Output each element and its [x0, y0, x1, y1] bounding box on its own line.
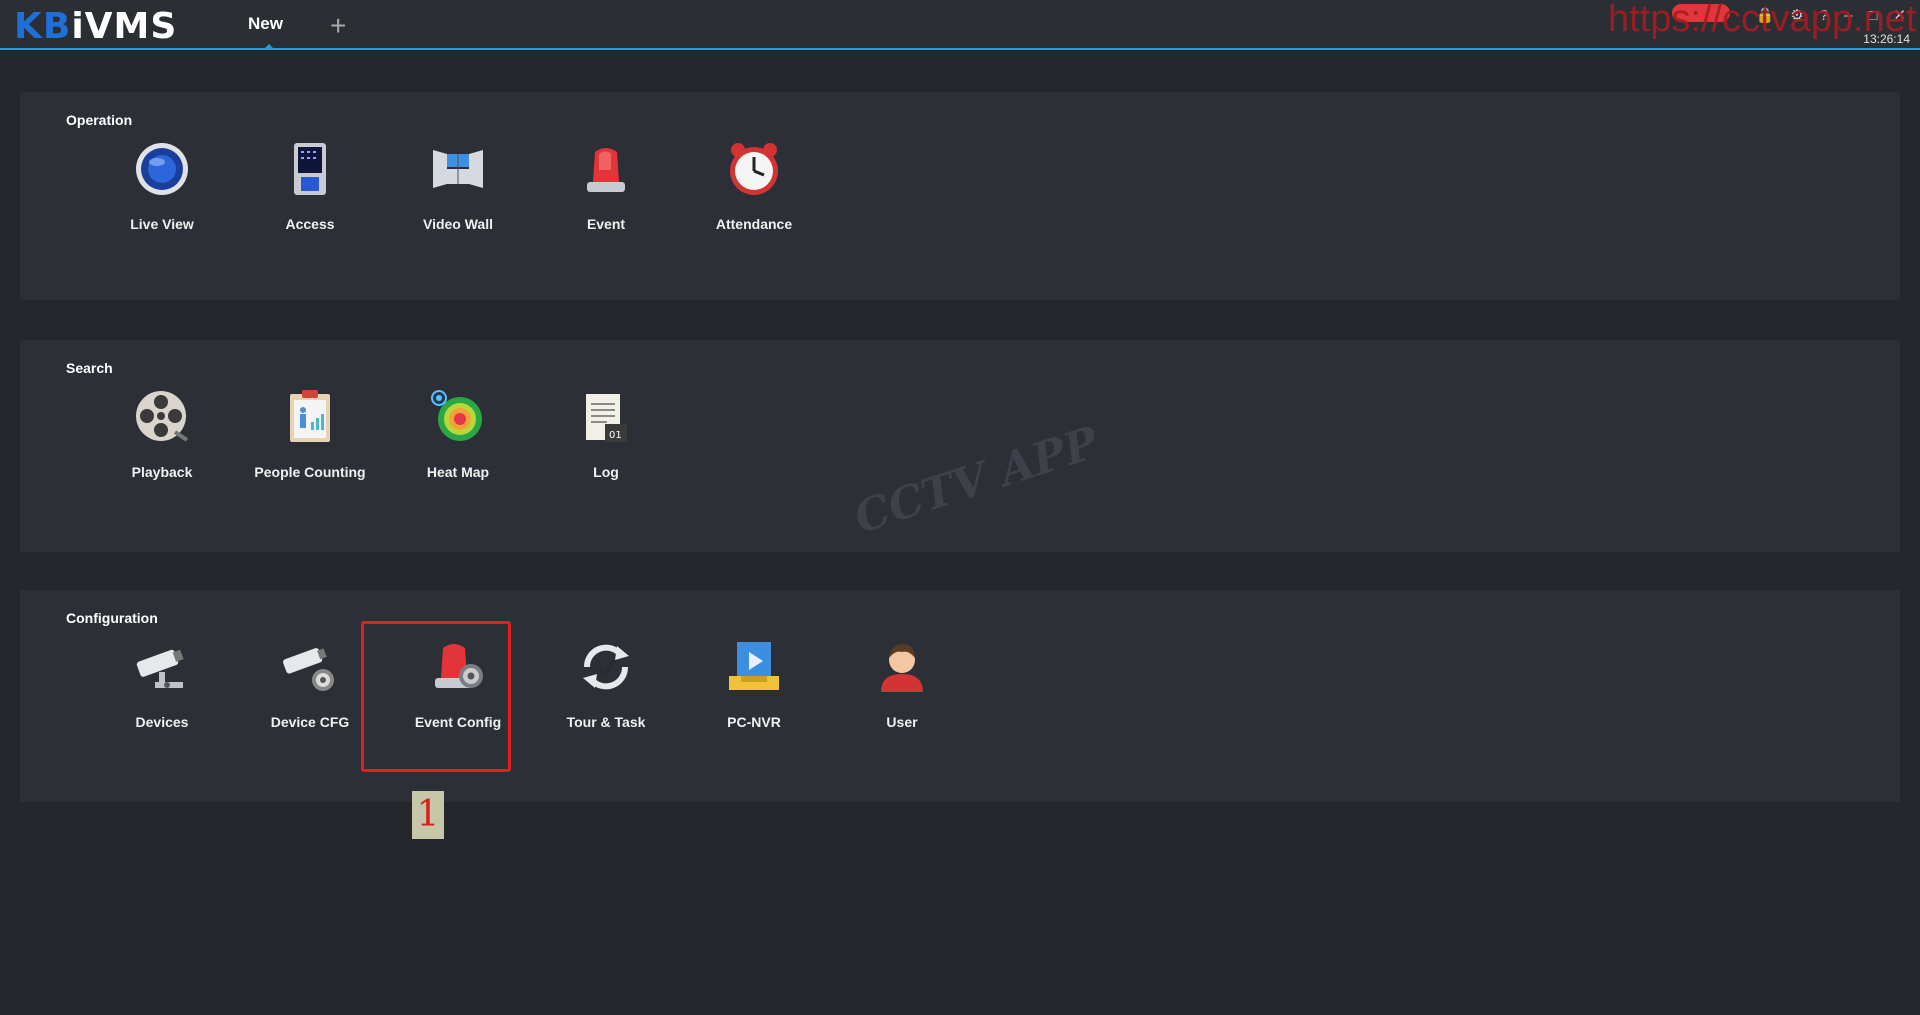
tile-label: Devices [135, 714, 189, 730]
tile-label: Event [586, 216, 626, 232]
tab-new[interactable]: New [248, 14, 283, 34]
tile-devices[interactable]: Devices [102, 638, 222, 758]
step-badge: 1 [412, 791, 444, 839]
tile-playback[interactable]: Playback [102, 388, 222, 508]
tile-live-view[interactable]: Live View [102, 140, 222, 260]
tile-event[interactable]: Event [546, 140, 666, 260]
tile-label: People Counting [254, 464, 366, 480]
tile-user[interactable]: User [842, 638, 962, 758]
active-tab-indicator [264, 44, 274, 49]
tile-pc-nvr[interactable]: PC-NVR [694, 638, 814, 758]
tile-label: Heat Map [426, 464, 490, 480]
watermark-url: https://cctvapp.net [1608, 0, 1917, 40]
camera-gear-icon [281, 638, 339, 696]
alarm-clock-icon [725, 140, 783, 198]
section-title-configuration: Configuration [66, 610, 158, 626]
app-logo: KBiVMS [14, 6, 177, 47]
section-title-search: Search [66, 360, 113, 376]
access-icon [281, 140, 339, 198]
tile-label: PC-NVR [727, 714, 781, 730]
tile-device-cfg[interactable]: Device CFG [250, 638, 370, 758]
video-tray-icon [725, 638, 783, 696]
tile-video-wall[interactable]: Video Wall [398, 140, 518, 260]
tile-label: Device CFG [270, 714, 350, 730]
clipboard-chart-icon [281, 388, 339, 446]
tile-people-counting[interactable]: People Counting [250, 388, 370, 508]
alarm-light-icon [577, 140, 635, 198]
section-search: Search Playback People Counting Heat Map… [20, 340, 1900, 552]
svg-text:01: 01 [609, 430, 622, 441]
heat-map-icon [429, 388, 487, 446]
refresh-check-icon [577, 638, 635, 696]
tile-label: Tour & Task [566, 714, 646, 730]
tile-label: Attendance [715, 216, 793, 232]
tile-label: Video Wall [422, 216, 493, 232]
tile-heat-map[interactable]: Heat Map [398, 388, 518, 508]
video-wall-icon [429, 140, 487, 198]
highlight-box [361, 621, 511, 772]
tile-log[interactable]: 01 Log [546, 388, 666, 508]
add-tab-button[interactable]: + [330, 10, 346, 42]
log-calendar-icon: 01 [577, 388, 635, 446]
tile-tour-task[interactable]: Tour & Task [546, 638, 666, 758]
section-title-operation: Operation [66, 112, 133, 128]
camera-icon [133, 638, 191, 696]
tile-label: User [886, 714, 918, 730]
tile-label: Access [285, 216, 335, 232]
live-view-icon [133, 140, 191, 198]
tile-label: Playback [131, 464, 193, 480]
user-avatar-icon [873, 638, 931, 696]
tile-attendance[interactable]: Attendance [694, 140, 814, 260]
tile-access[interactable]: Access [250, 140, 370, 260]
tile-label: Log [593, 464, 619, 480]
film-reel-icon [133, 388, 191, 446]
section-configuration: Configuration Devices Device CFG Event C… [20, 590, 1900, 802]
tile-label: Live View [130, 216, 194, 232]
logo-prefix: KB [14, 6, 72, 47]
section-operation: Operation Live View Access Video Wall Ev… [20, 92, 1900, 300]
logo-suffix: iVMS [71, 6, 178, 47]
